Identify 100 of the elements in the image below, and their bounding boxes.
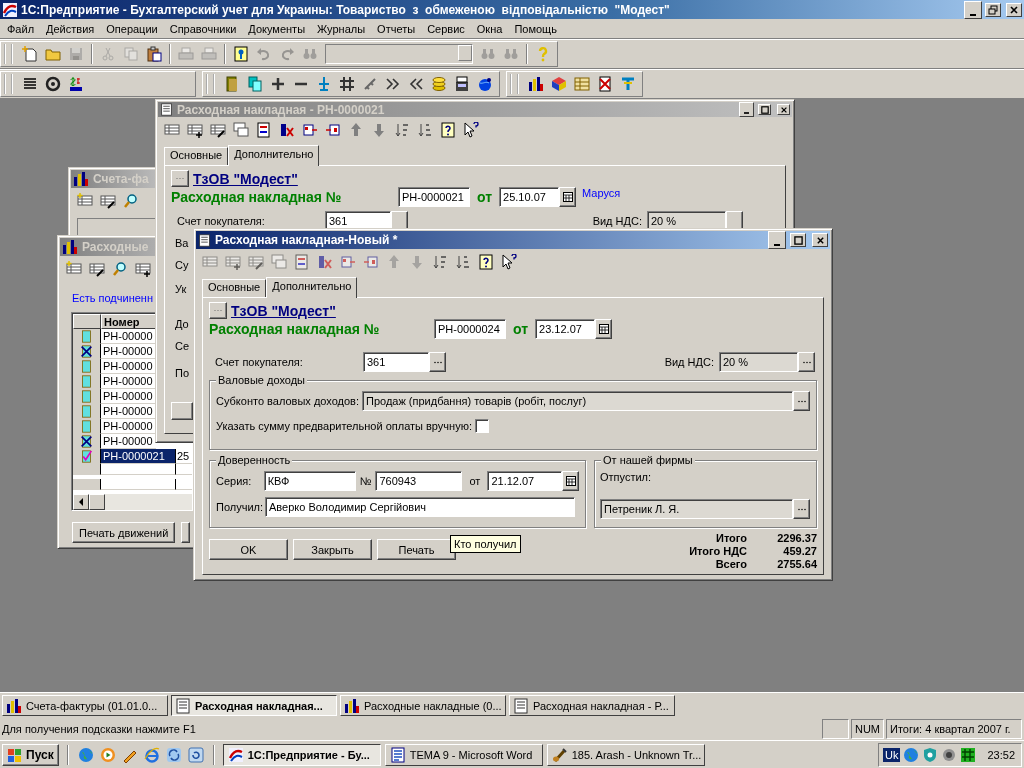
sort-descending-icon[interactable]: [455, 254, 471, 270]
menu-item[interactable]: Журналы: [311, 22, 372, 35]
calendar-button[interactable]: [595, 319, 613, 339]
taskbar-button[interactable]: TEMA 9 - Microsoft Word: [384, 744, 543, 766]
list-icon[interactable]: [22, 76, 38, 92]
dialog-button[interactable]: Закрыть: [293, 539, 372, 560]
column-insert-icon[interactable]: [363, 254, 379, 270]
key-icon[interactable]: [233, 46, 249, 62]
button[interactable]: [181, 522, 191, 543]
select-button[interactable]: [793, 499, 810, 519]
book-icon[interactable]: [224, 76, 240, 92]
input-field[interactable]: Петреник Л. Я.: [600, 499, 793, 519]
input-field[interactable]: 361: [325, 211, 391, 231]
input-field[interactable]: Аверко Володимир Сергійович: [265, 497, 575, 517]
speaker-icon[interactable]: [941, 747, 958, 763]
language-indicator[interactable]: Uk: [883, 748, 901, 762]
help-icon[interactable]: [478, 254, 494, 270]
taskbar-button[interactable]: 1С:Предприятие - Бу...: [222, 744, 381, 766]
table-cell[interactable]: РН-0000021: [101, 449, 176, 464]
date-field[interactable]: 25.10.07: [499, 187, 560, 207]
media-player-icon[interactable]: [99, 747, 116, 763]
ledger-icon[interactable]: [294, 254, 310, 270]
column-select-icon[interactable]: [340, 254, 356, 270]
sync-icon[interactable]: [165, 747, 182, 763]
column-insert-icon[interactable]: [325, 122, 341, 138]
network-grid-icon[interactable]: [960, 747, 977, 763]
copy-rows-icon[interactable]: [233, 122, 249, 138]
blob-icon[interactable]: [477, 76, 493, 92]
clipboard-icon[interactable]: [146, 46, 162, 62]
help-pointer-icon[interactable]: [463, 122, 479, 138]
menu-item[interactable]: Справочники: [163, 22, 243, 35]
date-field[interactable]: 21.12.07: [487, 471, 563, 491]
column-header[interactable]: [73, 314, 101, 329]
input-field[interactable]: 361: [363, 352, 429, 372]
menu-item[interactable]: Сервис: [421, 22, 471, 35]
menu-item[interactable]: Отчеты: [371, 22, 422, 35]
input-field[interactable]: 20 %: [647, 211, 726, 231]
add-row-icon[interactable]: [135, 261, 151, 277]
minimize-button[interactable]: [964, 0, 982, 19]
menu-item[interactable]: Файл: [1, 22, 41, 35]
crossed-document-icon[interactable]: [597, 76, 613, 92]
tab[interactable]: Дополнительно: [228, 145, 320, 166]
column-select-icon[interactable]: [302, 122, 318, 138]
scroll-left-button[interactable]: [73, 494, 89, 510]
column-header[interactable]: Номер: [101, 314, 156, 329]
search-icon[interactable]: [112, 261, 128, 277]
calendar-button[interactable]: [559, 187, 577, 207]
close-button[interactable]: [812, 233, 828, 247]
calendar-button[interactable]: [562, 471, 579, 491]
ellipsis-button[interactable]: [171, 170, 189, 187]
insert-line-icon[interactable]: [316, 76, 332, 92]
maximize-button[interactable]: [790, 233, 806, 247]
new-row-icon[interactable]: [77, 193, 93, 209]
tee-icon[interactable]: [620, 76, 636, 92]
tab[interactable]: Дополнительно: [266, 277, 358, 298]
input-field[interactable]: 20 %: [719, 352, 798, 372]
minimize-button[interactable]: [768, 231, 786, 249]
new-row-icon[interactable]: [66, 261, 82, 277]
help-icon[interactable]: [440, 122, 456, 138]
toolbar-grip[interactable]: [510, 74, 519, 94]
input-field[interactable]: РН-0000024: [434, 319, 506, 339]
sort-ascending-icon[interactable]: [394, 122, 410, 138]
cash-register-icon[interactable]: [454, 76, 470, 92]
add-row-icon[interactable]: [187, 122, 203, 138]
input-field[interactable]: РН-0000021: [398, 187, 470, 207]
taskbar-button[interactable]: 185. Arash - Unknown Tr...: [546, 744, 705, 766]
sort-ascending-icon[interactable]: [432, 254, 448, 270]
pages-icon[interactable]: [247, 76, 263, 92]
organization-link[interactable]: ТзОВ "Модест": [231, 302, 336, 319]
table-icon[interactable]: [574, 76, 590, 92]
dropdown-field[interactable]: [325, 44, 473, 64]
maximize-button[interactable]: [758, 104, 771, 115]
dialog-button[interactable]: OK: [209, 539, 288, 560]
window-tab[interactable]: Расходная накладная - Р...: [509, 695, 675, 716]
dialog-button[interactable]: Печать: [377, 539, 456, 560]
plus-icon[interactable]: [270, 76, 286, 92]
colored-cube-icon[interactable]: [551, 76, 567, 92]
folder-icon[interactable]: [45, 46, 61, 62]
bar-chart-icon[interactable]: [528, 76, 544, 92]
menu-item[interactable]: Действия: [40, 22, 101, 35]
money-icon[interactable]: [68, 76, 84, 92]
ellipsis-button[interactable]: [209, 302, 227, 319]
table-rows-icon[interactable]: [164, 122, 180, 138]
toolbar-grip[interactable]: [206, 74, 215, 94]
menu-item[interactable]: Документы: [242, 22, 312, 35]
double-arrow-right-icon[interactable]: [385, 76, 401, 92]
input-field[interactable]: КВФ: [263, 471, 356, 491]
button[interactable]: [171, 402, 193, 420]
menu-item[interactable]: Помощь: [508, 22, 563, 35]
arrow-down-icon[interactable]: [371, 122, 387, 138]
browser-icon[interactable]: [143, 747, 160, 763]
author-link[interactable]: Маруся: [582, 187, 621, 199]
organization-link[interactable]: ТзОВ "Модест": [193, 170, 298, 187]
window-tab[interactable]: Счета-фактуры (01.01.0...: [2, 695, 168, 716]
print-button[interactable]: Печать движений: [72, 522, 176, 543]
ledger-icon[interactable]: [256, 122, 272, 138]
new-document-icon[interactable]: [22, 46, 38, 62]
close-button[interactable]: [1006, 2, 1022, 17]
window-tab[interactable]: Расходная накладная...: [171, 695, 337, 716]
edit-row-icon[interactable]: [100, 193, 116, 209]
